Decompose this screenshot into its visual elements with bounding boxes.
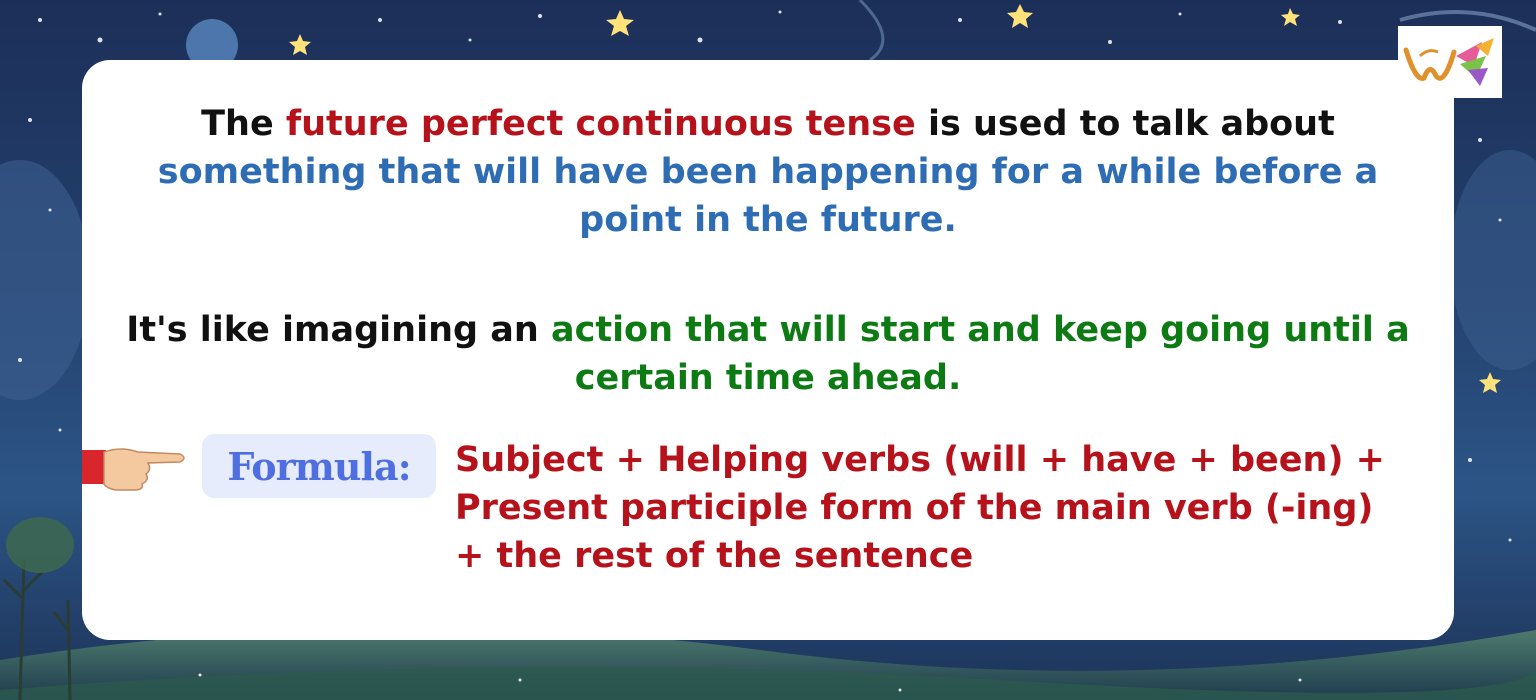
simile-paragraph: It's like imagining an action that will … <box>82 306 1454 402</box>
formula-label-badge: Formula: <box>202 434 436 498</box>
tense-name-highlight: future perfect continuous tense <box>285 104 916 144</box>
content-card: The future perfect continuous tense is u… <box>82 60 1454 640</box>
simile-intro: It's like imagining an <box>126 310 551 350</box>
definition-highlight: something that will have been happening … <box>157 152 1379 240</box>
brand-logo <box>1398 26 1502 98</box>
formula-text: Subject + Helping verbs (will + have + b… <box>455 436 1435 580</box>
formula-line-1: Subject + Helping verbs (will + have + b… <box>455 440 1385 480</box>
formula-label: Formula: <box>227 443 411 489</box>
formula-line-2: Present participle form of the main verb… <box>455 488 1374 528</box>
definition-intro: The <box>201 104 286 144</box>
definition-connector: is used to talk about <box>915 104 1335 144</box>
action-highlight: action that will start and keep going un… <box>550 310 1410 398</box>
formula-line-3: + the rest of the sentence <box>455 536 974 576</box>
pointing-hand-icon <box>82 448 185 491</box>
definition-paragraph: The future perfect continuous tense is u… <box>82 100 1454 244</box>
